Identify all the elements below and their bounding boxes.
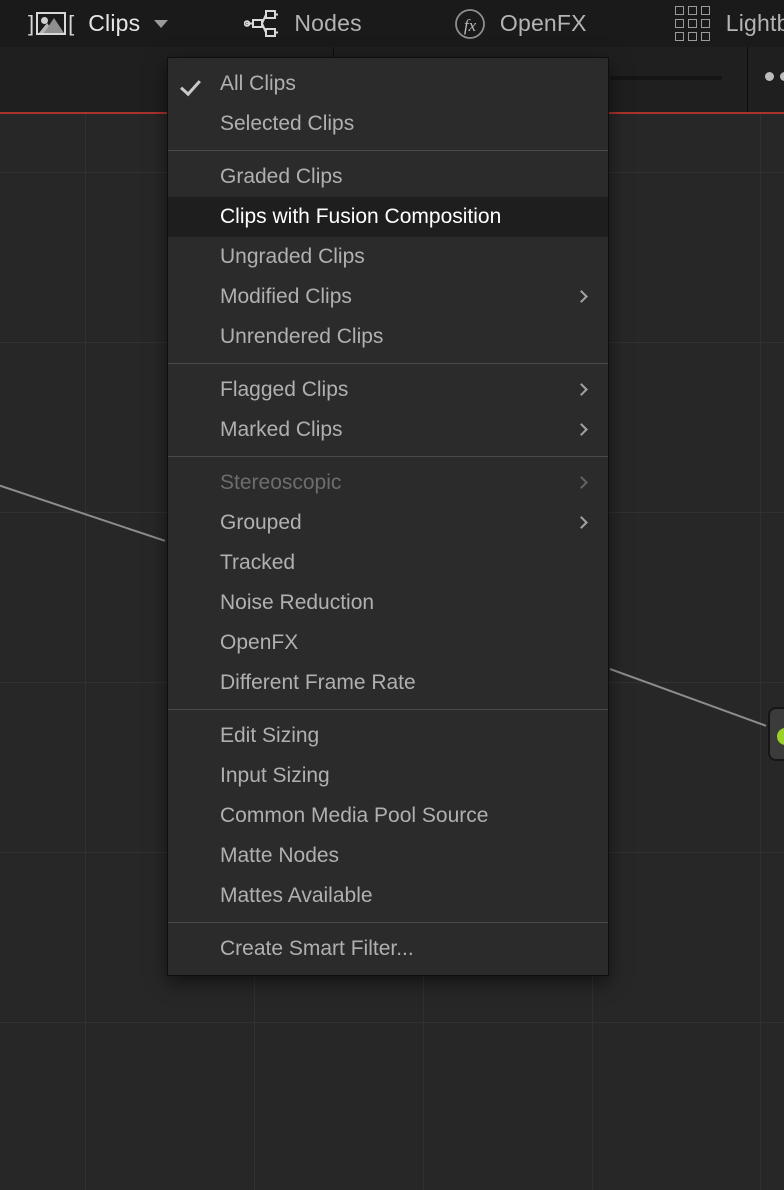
menu-item-modified-clips[interactable]: Modified Clips <box>168 277 608 317</box>
menu-item-ungraded-clips[interactable]: Ungraded Clips <box>168 237 608 277</box>
chevron-right-icon <box>575 476 588 489</box>
svg-text:fx: fx <box>464 16 477 35</box>
menu-item-unrendered-clips[interactable]: Unrendered Clips <box>168 317 608 357</box>
menu-item-noise-reduction[interactable]: Noise Reduction <box>168 583 608 623</box>
clips-thumbnail-icon: ] [ <box>28 12 74 35</box>
toolbar-label-clips: Clips <box>88 10 141 36</box>
menu-separator <box>168 456 608 457</box>
menu-item-input-sizing[interactable]: Input Sizing <box>168 756 608 796</box>
node-wire-right <box>609 668 767 727</box>
node-output-port-icon <box>777 728 784 745</box>
menu-item-edit-sizing[interactable]: Edit Sizing <box>168 716 608 756</box>
menu-item-label: Different Frame Rate <box>220 671 416 694</box>
fx-circle-icon: fx <box>454 8 486 40</box>
menu-item-label: Grouped <box>220 511 302 534</box>
menu-item-label: Noise Reduction <box>220 591 375 614</box>
toolbar-item-nodes[interactable]: Nodes <box>196 0 362 47</box>
panel-divider-right <box>747 47 748 112</box>
menu-item-label: Modified Clips <box>220 285 352 308</box>
menu-item-label: Flagged Clips <box>220 378 349 401</box>
menu-item-openfx[interactable]: OpenFX <box>168 623 608 663</box>
nodes-graph-icon <box>244 9 279 39</box>
menu-item-marked-clips[interactable]: Marked Clips <box>168 410 608 450</box>
menu-item-label: Unrendered Clips <box>220 325 384 348</box>
grid-line-vertical <box>760 47 761 1190</box>
toolbar-item-openfx[interactable]: fx OpenFX <box>410 0 587 47</box>
menu-separator <box>168 922 608 923</box>
menu-item-matte-nodes[interactable]: Matte Nodes <box>168 836 608 876</box>
chevron-right-icon <box>575 423 588 436</box>
toolbar-label-openfx: OpenFX <box>499 10 587 36</box>
toolbar-label-nodes: Nodes <box>294 10 362 36</box>
menu-item-clips-with-fusion-composition[interactable]: Clips with Fusion Composition <box>168 197 608 237</box>
menu-item-mattes-available[interactable]: Mattes Available <box>168 876 608 916</box>
toolbar-item-lightbox[interactable]: Lightbox <box>631 0 784 47</box>
menu-separator <box>168 150 608 151</box>
viewer-slider[interactable] <box>610 76 722 80</box>
thumbnail-box-icon <box>36 12 67 35</box>
viewer-dot-1[interactable] <box>765 72 774 81</box>
menu-item-stereoscopic: Stereoscopic <box>168 463 608 503</box>
menu-item-label: Edit Sizing <box>220 724 320 747</box>
menu-item-label: OpenFX <box>220 631 299 654</box>
lightbox-grid-icon <box>674 6 710 41</box>
menu-item-label: Clips with Fusion Composition <box>220 205 502 228</box>
chevron-right-icon <box>575 290 588 303</box>
menu-item-selected-clips[interactable]: Selected Clips <box>168 104 608 144</box>
menu-item-label: Create Smart Filter... <box>220 937 414 960</box>
chevron-right-icon <box>575 516 588 529</box>
bracket-left-icon: ] <box>28 10 35 36</box>
menu-item-graded-clips[interactable]: Graded Clips <box>168 157 608 197</box>
menu-item-all-clips[interactable]: All Clips <box>168 64 608 104</box>
grid-line-vertical <box>85 47 86 1190</box>
menu-item-label: Matte Nodes <box>220 844 340 867</box>
menu-item-tracked[interactable]: Tracked <box>168 543 608 583</box>
menu-item-label: Mattes Available <box>220 884 373 907</box>
menu-item-label: Ungraded Clips <box>220 245 365 268</box>
toolbar-item-clips[interactable]: ] [ Clips <box>0 0 169 47</box>
toolbar-label-lightbox: Lightbox <box>725 10 784 36</box>
chevron-right-icon <box>575 383 588 396</box>
menu-item-create-smart-filter[interactable]: Create Smart Filter... <box>168 929 608 969</box>
menu-separator <box>168 709 608 710</box>
menu-item-common-media-pool-source[interactable]: Common Media Pool Source <box>168 796 608 836</box>
viewer-dot-2[interactable] <box>780 72 784 81</box>
menu-item-label: Input Sizing <box>220 764 330 787</box>
menu-item-grouped[interactable]: Grouped <box>168 503 608 543</box>
chevron-down-icon[interactable] <box>154 19 169 28</box>
menu-item-label: Tracked <box>220 551 296 574</box>
menu-item-label: Common Media Pool Source <box>220 804 489 827</box>
clips-filter-menu[interactable]: All Clips Selected Clips Graded Clips Clips… <box>167 57 609 976</box>
menu-item-label: Marked Clips <box>220 418 343 441</box>
fusion-node[interactable] <box>768 707 784 761</box>
menu-item-label: Stereoscopic <box>220 471 342 494</box>
grid-line-horizontal <box>0 1022 784 1023</box>
menu-item-label: All Clips <box>220 72 296 95</box>
menu-item-different-frame-rate[interactable]: Different Frame Rate <box>168 663 608 703</box>
menu-separator <box>168 363 608 364</box>
bracket-right-icon: [ <box>68 10 75 36</box>
menu-item-flagged-clips[interactable]: Flagged Clips <box>168 370 608 410</box>
menu-item-label: Selected Clips <box>220 112 355 135</box>
menu-item-label: Graded Clips <box>220 165 343 188</box>
page-toolbar: ] [ Clips Nodes fx OpenFX Lightb <box>0 0 784 47</box>
